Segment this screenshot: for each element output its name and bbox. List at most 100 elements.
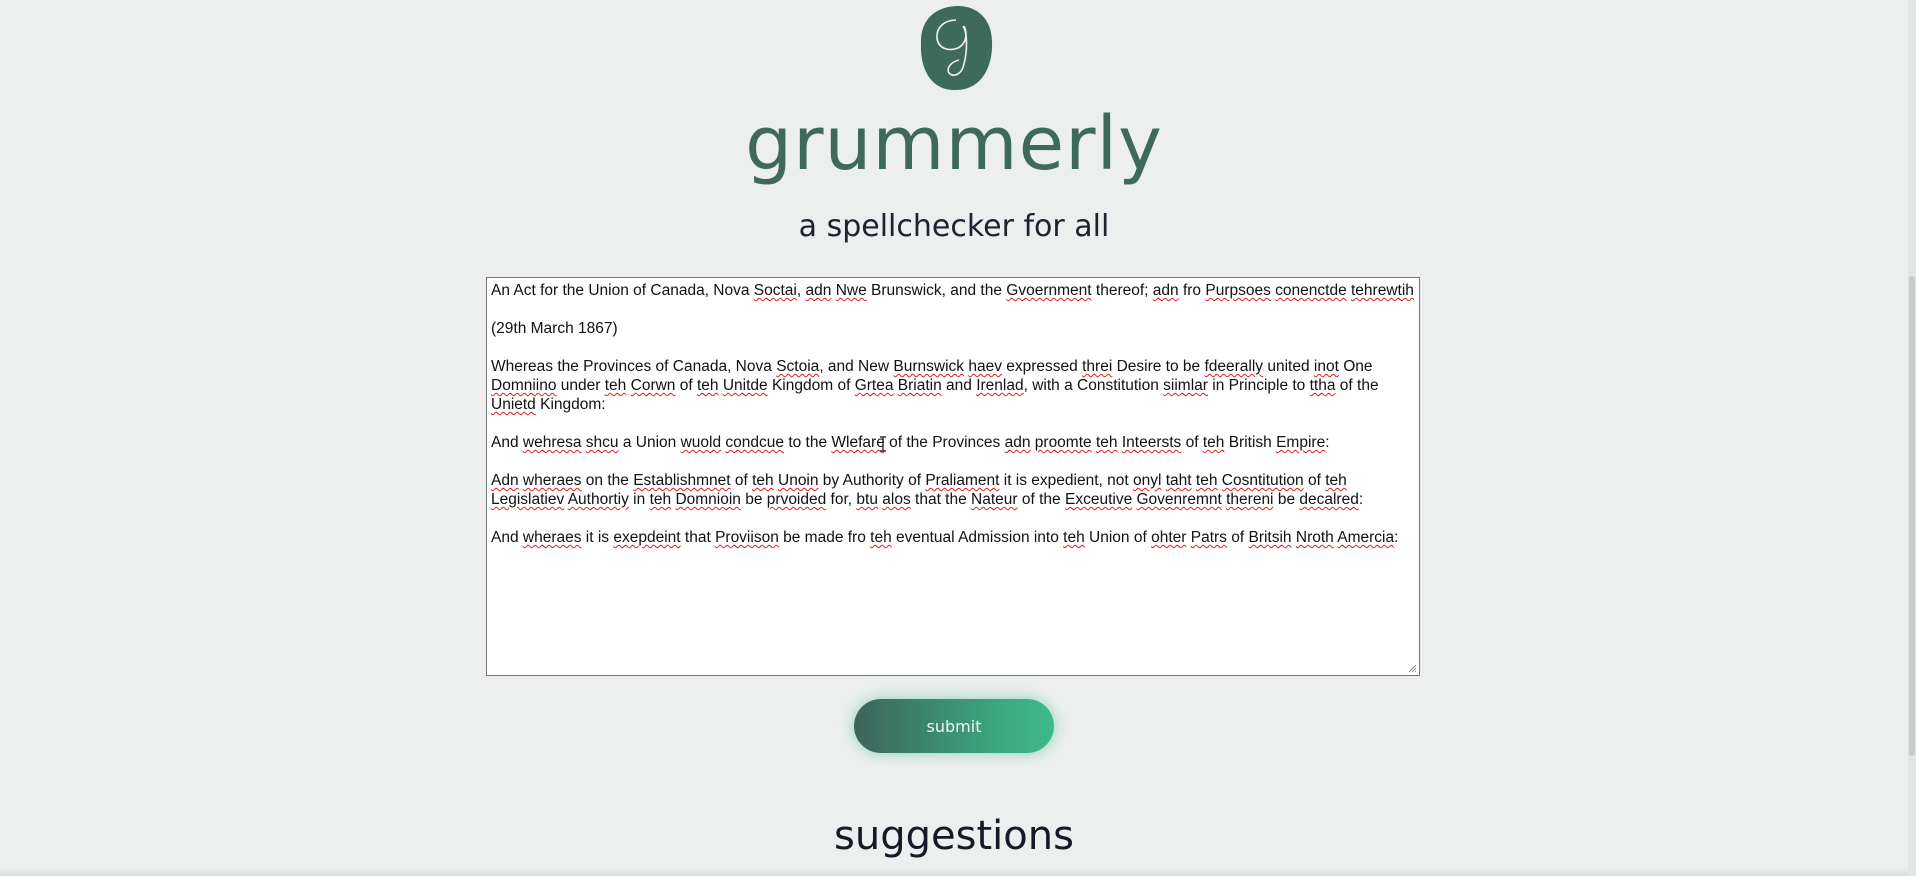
- text-segment: Kingdom:: [535, 396, 606, 413]
- text-segment: that the: [910, 491, 972, 508]
- misspelled-word: threi: [1082, 358, 1113, 375]
- text-segment: Kingdom of: [767, 377, 855, 394]
- text-segment: :: [1394, 529, 1399, 546]
- misspelled-word: Burnswick: [893, 358, 965, 375]
- misspelled-word: siimlar: [1163, 377, 1208, 394]
- submit-button[interactable]: submit: [854, 699, 1054, 753]
- misspelled-word: wehresa: [522, 434, 582, 451]
- text-segment: under: [556, 377, 605, 394]
- text-segment: for,: [826, 491, 857, 508]
- text-segment: of: [1303, 472, 1326, 489]
- misspelled-word: teh: [1325, 472, 1347, 489]
- misspelled-word: teh: [752, 472, 774, 489]
- misspelled-word: Britsih: [1248, 529, 1292, 546]
- misspelled-word: prvoided: [766, 491, 827, 508]
- editor-paragraph: Whereas the Provinces of Canada, Nova Sc…: [491, 357, 1415, 414]
- misspelled-word: fdeerally: [1204, 358, 1264, 375]
- misspelled-word: ohter: [1151, 529, 1187, 546]
- misspelled-word: Authortiy: [567, 491, 629, 508]
- text-segment: that: [680, 529, 716, 546]
- text-segment: (29th March 1867): [491, 320, 618, 337]
- misspelled-word: proomte: [1034, 434, 1092, 451]
- text-segment: And: [491, 434, 523, 451]
- text-segment: a Union: [618, 434, 681, 451]
- misspelled-word: teh: [870, 529, 892, 546]
- misspelled-word: Establishmnet: [633, 472, 731, 489]
- resize-handle-icon[interactable]: [1407, 663, 1417, 673]
- misspelled-word: Nroth: [1295, 529, 1334, 546]
- misspelled-word: Praliament: [925, 472, 1000, 489]
- misspelled-word: adn: [1004, 434, 1031, 451]
- misspelled-word: decalred: [1299, 491, 1359, 508]
- misspelled-word: teh: [604, 377, 627, 394]
- misspelled-word: Empire: [1276, 434, 1326, 451]
- misspelled-word: Cosntitution: [1221, 472, 1304, 489]
- misspelled-word: thereni: [1226, 491, 1274, 508]
- misspelled-word: Unietd: [491, 396, 536, 413]
- misspelled-word: Unoin: [778, 472, 819, 489]
- tagline: a spellchecker for all: [798, 209, 1110, 244]
- text-segment: by Authority of: [818, 472, 926, 489]
- misspelled-word: conenctde: [1275, 282, 1347, 299]
- text-segment: in Principle to: [1207, 377, 1310, 394]
- text-cursor-icon: [880, 436, 886, 452]
- misspelled-word: teh: [696, 377, 719, 394]
- page-scrollbar[interactable]: [1908, 0, 1916, 876]
- misspelled-word: wheraes: [522, 529, 582, 546]
- misspelled-word: haev: [968, 358, 1002, 375]
- text-segment: it is expedient, not: [999, 472, 1133, 489]
- text-segment: , with a Constitution: [1023, 377, 1164, 394]
- text-segment: One: [1338, 358, 1377, 375]
- misspelled-word: ttha: [1309, 377, 1336, 394]
- misspelled-word: tehrewtih: [1351, 282, 1414, 299]
- text-segment: thereof;: [1091, 282, 1153, 299]
- text-segment: of: [1181, 434, 1203, 451]
- scrollbar-thumb[interactable]: [1909, 276, 1915, 756]
- text-segment: An Act for the Union of Canada, Nova: [491, 282, 754, 299]
- text-segment: Union of: [1084, 529, 1152, 546]
- misspelled-word: Exceutive: [1064, 491, 1133, 508]
- misspelled-word: adn: [805, 282, 832, 299]
- editor-paragraph: Adn wheraes on the Establishmnet of teh …: [491, 471, 1415, 509]
- suggestions-heading: suggestions: [834, 813, 1074, 859]
- misspelled-word: Corwn: [630, 377, 676, 394]
- text-segment: And: [491, 529, 523, 546]
- text-segment: united: [1263, 358, 1314, 375]
- text-segment: of the: [1335, 377, 1383, 394]
- editor-paragraph: And wheraes it is exepdeint that Proviis…: [491, 528, 1415, 547]
- misspelled-word: Legislatiev: [491, 491, 565, 508]
- misspelled-word: exepdeint: [613, 529, 681, 546]
- text-segment: Brunswick, and the: [866, 282, 1007, 299]
- grummerly-logo-icon: [920, 5, 993, 91]
- misspelled-word: Purpsoes: [1205, 282, 1271, 299]
- misspelled-word: onyl: [1133, 472, 1162, 489]
- text-segment: of: [675, 377, 697, 394]
- text-segment: Desire to be: [1112, 358, 1205, 375]
- text-segment: [1347, 472, 1351, 489]
- misspelled-word: Patrs: [1190, 529, 1227, 546]
- text-segment: be made fro: [778, 529, 871, 546]
- text-segment: of the Provinces: [884, 434, 1005, 451]
- text-segment: British: [1224, 434, 1277, 451]
- misspelled-word: shcu: [585, 434, 619, 451]
- text-segment: , and New: [819, 358, 894, 375]
- text-input-area[interactable]: An Act for the Union of Canada, Nova Soc…: [486, 277, 1420, 676]
- text-segment: fro: [1178, 282, 1206, 299]
- misspelled-word: taht: [1165, 472, 1192, 489]
- text-segment: in: [628, 491, 650, 508]
- misspelled-word: teh: [649, 491, 672, 508]
- editor-paragraph: (29th March 1867): [491, 319, 1415, 338]
- misspelled-word: teh: [1202, 434, 1225, 451]
- text-segment: eventual Admission into: [891, 529, 1064, 546]
- text-segment: to the: [784, 434, 832, 451]
- text-segment: of: [730, 472, 753, 489]
- misspelled-word: Grtea: [854, 377, 894, 394]
- misspelled-word: Briatin: [897, 377, 942, 394]
- text-segment: :: [1358, 491, 1364, 508]
- text-segment: and: [941, 377, 977, 394]
- misspelled-word: inot: [1313, 358, 1339, 375]
- misspelled-word: Sctoia: [776, 358, 820, 375]
- editor-paragraph: An Act for the Union of Canada, Nova Soc…: [491, 281, 1415, 300]
- page-bottom-edge: [0, 868, 1908, 876]
- misspelled-word: wheraes: [522, 472, 582, 489]
